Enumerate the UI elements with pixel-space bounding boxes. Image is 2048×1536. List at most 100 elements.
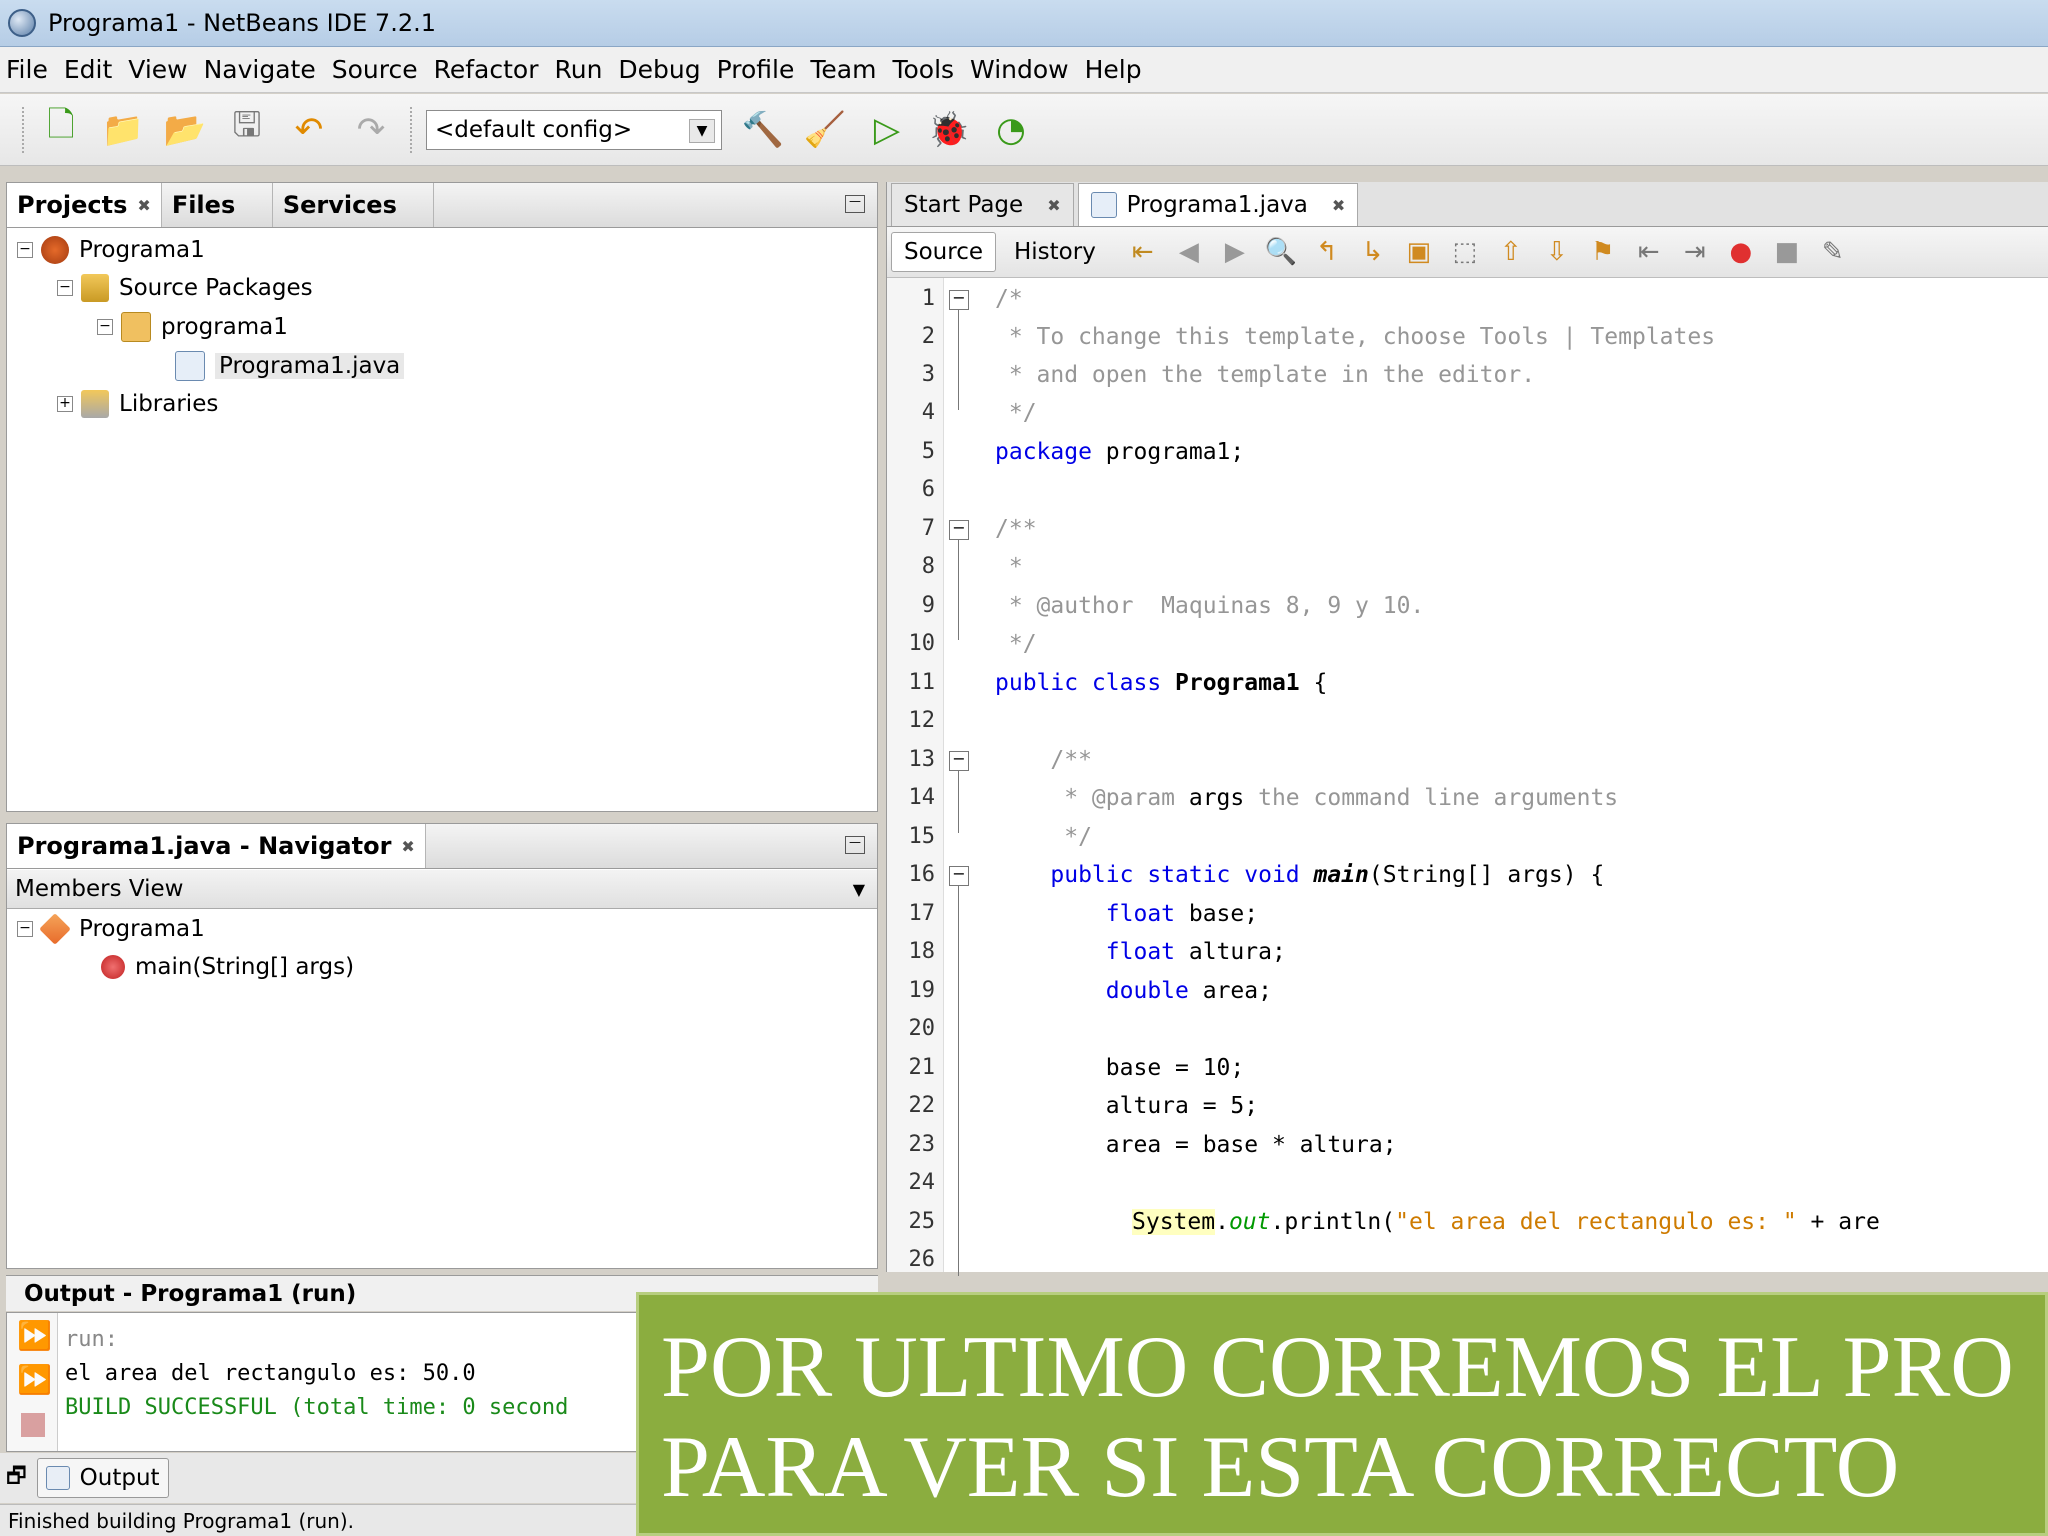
line-number: 8 (921, 554, 935, 579)
code-line-19: double area; (995, 978, 1272, 1004)
tree-node-file[interactable]: Programa1.java (175, 349, 405, 383)
source-mode-button[interactable]: Source (891, 232, 996, 272)
find-next-icon[interactable]: ↳ (1356, 235, 1390, 269)
forward-icon[interactable]: ▶ (1218, 235, 1252, 269)
shift-right-icon[interactable]: ⇥ (1678, 235, 1712, 269)
output-tab[interactable]: Output (36, 1458, 169, 1498)
menu-source[interactable]: Source (332, 55, 418, 84)
save-all-icon[interactable]: 🖫 (224, 105, 270, 153)
back-icon[interactable]: ◀ (1172, 235, 1206, 269)
rerun-with-params-icon[interactable]: ⏩ (17, 1363, 52, 1396)
open-project-icon[interactable]: 📂 (162, 107, 208, 153)
new-file-icon[interactable]: 🗋 (38, 105, 84, 153)
undo-icon[interactable]: ↶ (286, 107, 332, 153)
tree-node-libraries[interactable]: + Libraries (57, 387, 218, 421)
tab-programa1-java[interactable]: Programa1.java ✖ (1077, 183, 1359, 226)
config-select[interactable]: <default config> ▼ (426, 109, 722, 150)
code-text: + are (1796, 1209, 1880, 1235)
tree-node-project[interactable]: − Programa1 (17, 233, 205, 267)
code-text: (String[] args) { (1368, 862, 1605, 888)
rerun-icon[interactable]: ⏩ (17, 1319, 52, 1352)
editor-toolbar: Source History ⇤ ◀ ▶ 🔍 ↰ ↳ ▣ ⬚ ⇧ ⇩ ⚑ ⇤ ⇥… (887, 227, 2048, 278)
line-number: 5 (921, 439, 935, 464)
redo-icon[interactable]: ↷ (348, 107, 394, 153)
fold-collapse-icon[interactable]: − (949, 866, 969, 886)
menu-run[interactable]: Run (554, 55, 602, 84)
menu-help[interactable]: Help (1085, 55, 1142, 84)
line-number: 19 (908, 978, 936, 1003)
build-hammer-icon[interactable]: 🔨 (740, 107, 786, 153)
menu-profile[interactable]: Profile (717, 55, 795, 84)
collapse-icon[interactable]: − (17, 242, 33, 258)
rect-select-icon[interactable]: ⬚ (1448, 235, 1482, 269)
collapse-icon[interactable]: − (97, 319, 113, 335)
menu-edit[interactable]: Edit (64, 55, 112, 84)
shift-left-icon[interactable]: ⇤ (1632, 235, 1666, 269)
next-bookmark-icon[interactable]: ⇩ (1540, 235, 1574, 269)
chevron-down-icon[interactable]: ▼ (853, 880, 865, 899)
line-number-gutter: 1 2 3 4 5 6 7 8 9 10 11 12 13 14 15 16 1… (887, 278, 944, 1272)
stop-macro-icon[interactable]: ■ (1770, 235, 1804, 269)
menu-file[interactable]: File (6, 55, 48, 84)
minimize-icon[interactable]: — (845, 836, 865, 854)
code-line-1: /* (995, 286, 1023, 312)
menu-refactor[interactable]: Refactor (434, 55, 539, 84)
members-view-label: Members View (15, 876, 184, 902)
run-icon[interactable]: ▷ (864, 107, 910, 153)
tree-node-source-packages[interactable]: − Source Packages (57, 271, 313, 305)
close-icon[interactable]: ✖ (1047, 196, 1060, 215)
collapse-icon[interactable]: − (57, 280, 73, 296)
chevron-down-icon[interactable]: ▼ (689, 118, 715, 143)
menu-window[interactable]: Window (970, 55, 1069, 84)
tab-projects[interactable]: Projects ✖ (7, 183, 162, 227)
fold-collapse-icon[interactable]: − (949, 751, 969, 771)
menu-tools[interactable]: Tools (892, 55, 954, 84)
navigator-method-node[interactable]: main(String[] args) (101, 950, 354, 984)
keyword: float (995, 939, 1176, 965)
tab-services[interactable]: Services (273, 183, 434, 227)
java-file-icon (175, 351, 205, 381)
code-line-4: */ (995, 400, 1037, 426)
code-text: altura; (1175, 939, 1286, 965)
restore-window-icon[interactable]: 🗗 (6, 1459, 27, 1497)
java-file-icon (1090, 192, 1117, 218)
code-text: * @param (995, 785, 1176, 811)
fold-collapse-icon[interactable]: − (949, 520, 969, 540)
expand-icon[interactable]: + (57, 396, 73, 412)
find-previous-icon[interactable]: ↰ (1310, 235, 1344, 269)
previous-bookmark-icon[interactable]: ⇧ (1494, 235, 1528, 269)
tab-start-page[interactable]: Start Page ✖ (891, 183, 1074, 226)
new-project-icon[interactable]: 📁 (100, 107, 146, 153)
menu-team[interactable]: Team (810, 55, 876, 84)
close-icon[interactable]: ✖ (137, 196, 150, 215)
close-icon[interactable]: ✖ (401, 837, 414, 856)
clean-build-icon[interactable]: 🧹 (802, 107, 848, 153)
package-label: programa1 (161, 314, 288, 340)
members-view-select[interactable]: Members View ▼ (7, 870, 877, 909)
toggle-bookmark-icon[interactable]: ⚑ (1586, 235, 1620, 269)
debug-icon[interactable]: 🐞 (926, 107, 972, 153)
status-text: Finished building Programa1 (run). (8, 1508, 355, 1533)
navigator-class-node[interactable]: − Programa1 (17, 912, 205, 946)
menu-debug[interactable]: Debug (618, 55, 700, 84)
close-icon[interactable]: ✖ (1332, 196, 1345, 215)
tab-files[interactable]: Files (162, 183, 273, 227)
comment-icon[interactable]: ✎ (1816, 235, 1850, 269)
history-mode-button[interactable]: History (1002, 233, 1108, 271)
stop-icon[interactable] (21, 1413, 45, 1437)
find-icon[interactable]: 🔍 (1264, 235, 1298, 269)
menu-navigate[interactable]: Navigate (204, 55, 316, 84)
profile-icon[interactable]: ◔ (988, 107, 1034, 153)
record-macro-icon[interactable]: ● (1724, 235, 1758, 269)
collapse-icon[interactable]: − (17, 921, 33, 937)
line-number: 23 (908, 1132, 936, 1157)
toggle-highlight-icon[interactable]: ▣ (1402, 235, 1436, 269)
tab-navigator[interactable]: Programa1.java - Navigator ✖ (7, 824, 426, 868)
line-number: 9 (921, 593, 935, 618)
code-line-3: * and open the template in the editor. (995, 362, 1536, 388)
menu-view[interactable]: View (128, 55, 187, 84)
minimize-icon[interactable]: — (845, 195, 865, 213)
fold-collapse-icon[interactable]: − (949, 290, 969, 310)
last-edit-icon[interactable]: ⇤ (1126, 235, 1160, 269)
tree-node-package[interactable]: − programa1 (97, 310, 288, 344)
